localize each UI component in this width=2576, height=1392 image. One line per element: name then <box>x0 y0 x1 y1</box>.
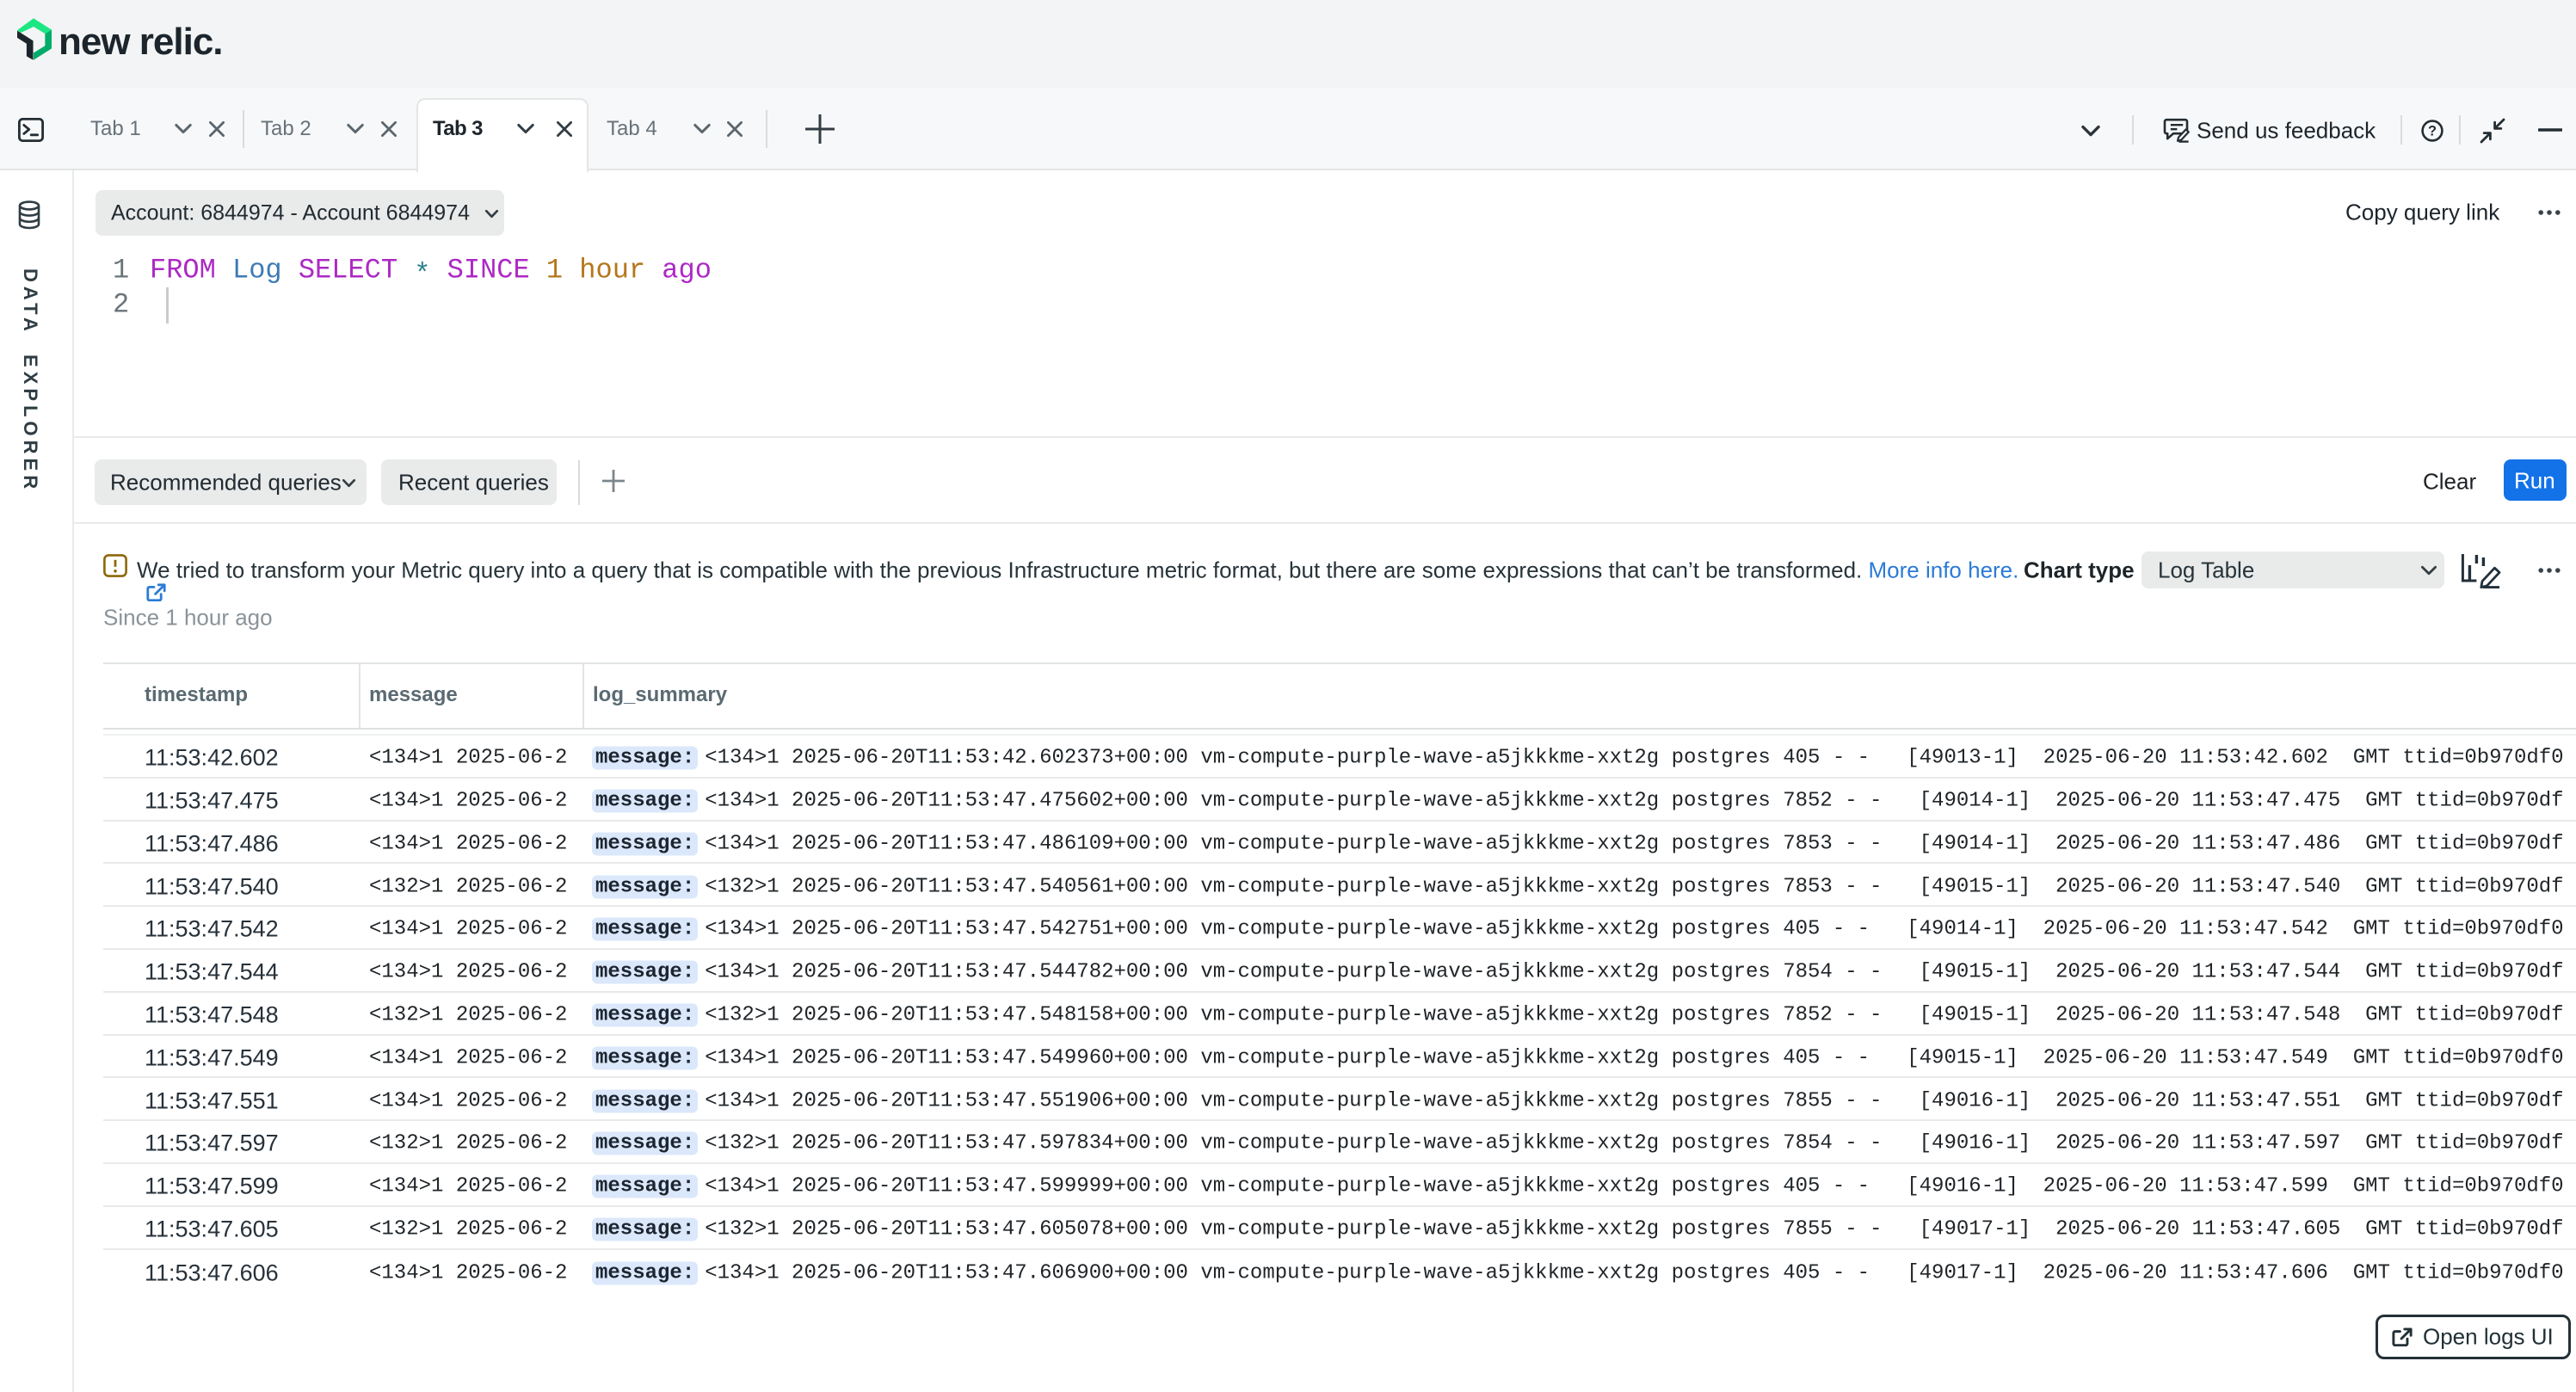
svg-text:?: ? <box>2428 124 2437 139</box>
